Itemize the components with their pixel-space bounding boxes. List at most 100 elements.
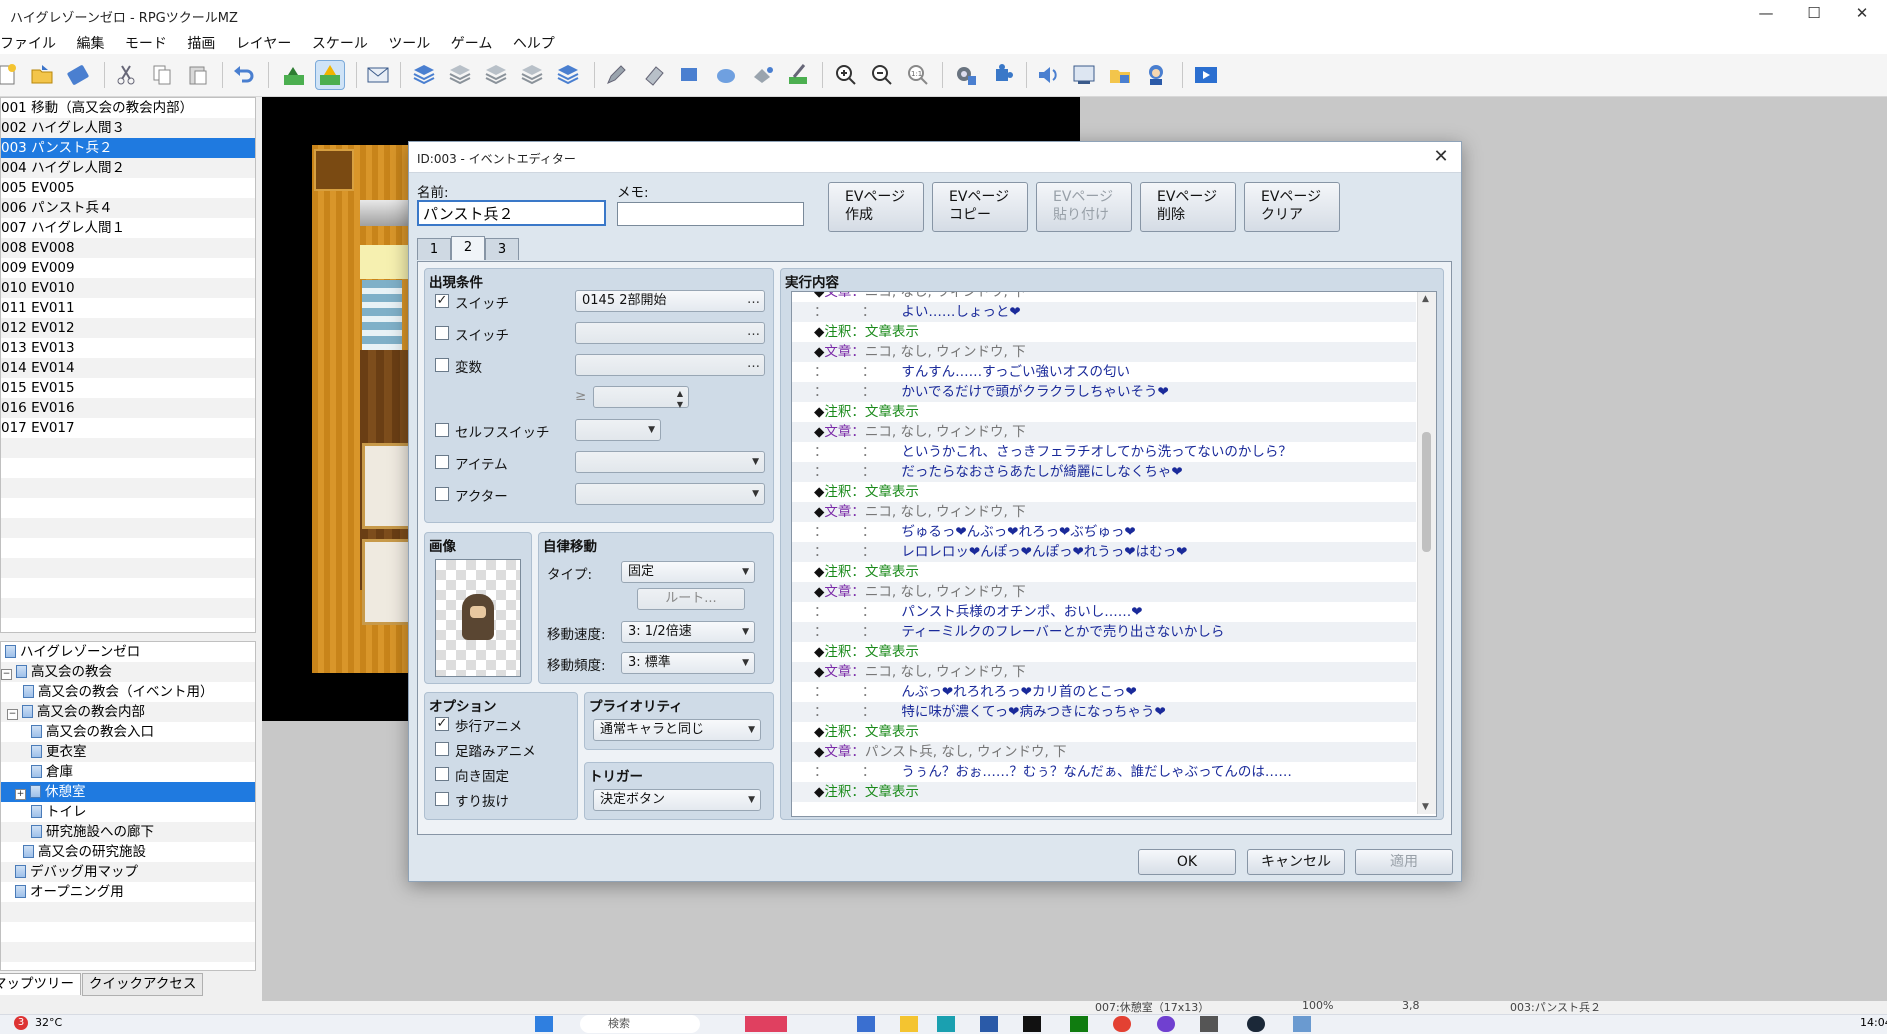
- tab-map-tree[interactable]: マップツリー: [0, 973, 81, 995]
- shadow-pen-icon[interactable]: [784, 61, 812, 89]
- actor-select[interactable]: ▼: [575, 483, 765, 505]
- app-icon[interactable]: [857, 1016, 875, 1032]
- event-list-item[interactable]: 013 EV013: [1, 338, 255, 358]
- xbox-icon[interactable]: [1070, 1016, 1088, 1032]
- menu-game[interactable]: ゲーム: [443, 30, 501, 53]
- map-tree-item[interactable]: トイレ: [1, 802, 255, 822]
- app-icon[interactable]: [745, 1016, 787, 1032]
- event-list-item[interactable]: 004 ハイグレ人間２: [1, 158, 255, 178]
- zoom-actual-icon[interactable]: 1:1: [904, 61, 932, 89]
- map-tiles[interactable]: [312, 145, 412, 673]
- map-tree-item[interactable]: ハイグレゾーンゼロ: [1, 642, 255, 662]
- command-line[interactable]: ： ： 特に味が濃くてっ❤病みつきになっちゃう❤: [792, 702, 1416, 722]
- close-window-button[interactable]: ✕: [1839, 4, 1885, 26]
- item-checkbox[interactable]: [435, 455, 449, 469]
- page-tab-3[interactable]: 3: [485, 238, 519, 260]
- folder-icon[interactable]: [900, 1016, 918, 1032]
- map-tree-item[interactable]: 高又会の教会入口: [1, 722, 255, 742]
- event-list-item[interactable]: 016 EV016: [1, 398, 255, 418]
- variable-value-spinner[interactable]: ▲ ▼: [593, 386, 689, 409]
- command-list-scrollbar[interactable]: ▲ ▼: [1417, 292, 1436, 814]
- command-line[interactable]: ： ： パンスト兵様のオチンポ、おいし……❤: [792, 602, 1416, 622]
- menu-mode[interactable]: モード: [117, 30, 175, 53]
- command-line[interactable]: ◆注釈：文章表示: [792, 642, 1416, 662]
- dialog-close-button[interactable]: ✕: [1429, 145, 1453, 169]
- command-line[interactable]: ◆文章：ニコ, なし, ウィンドウ, 下: [792, 662, 1416, 682]
- switch2-select[interactable]: …: [575, 322, 765, 344]
- route-button[interactable]: ルート...: [637, 588, 745, 610]
- command-line[interactable]: ： ： んぶっ❤れろれろっ❤カリ首のとこっ❤: [792, 682, 1416, 702]
- event-list-item[interactable]: 011 EV011: [1, 298, 255, 318]
- command-list[interactable]: ◆文章：ニコ, なし, ウィンドウ, 下： ：よい……しょっと❤ ◆注釈：文章表示…: [791, 291, 1437, 817]
- name-field[interactable]: [417, 200, 606, 226]
- map-tree-item[interactable]: 倉庫: [1, 762, 255, 782]
- sound-test-icon[interactable]: [1034, 61, 1062, 89]
- layer-4-icon[interactable]: [518, 61, 546, 89]
- event-list-item[interactable]: 005 EV005: [1, 178, 255, 198]
- through-checkbox[interactable]: [435, 792, 449, 806]
- event-mode-icon[interactable]: [315, 60, 345, 90]
- cut-icon[interactable]: [112, 61, 140, 89]
- command-line[interactable]: ◆注釈：文章表示: [792, 322, 1416, 342]
- maximize-button[interactable]: ☐: [1791, 4, 1837, 26]
- collapse-icon[interactable]: −: [7, 709, 18, 720]
- menu-scale[interactable]: スケール: [304, 30, 376, 53]
- minimize-button[interactable]: —: [1743, 4, 1789, 26]
- menu-layer[interactable]: レイヤー: [228, 30, 300, 53]
- switch1-checkbox[interactable]: ✓: [435, 294, 449, 308]
- command-line[interactable]: ◆注釈：文章表示: [792, 482, 1416, 502]
- map-mode-icon[interactable]: [280, 61, 308, 89]
- menu-file[interactable]: ファイル: [0, 30, 64, 53]
- menu-tools[interactable]: ツール: [380, 30, 438, 53]
- direction-fix-checkbox[interactable]: [435, 767, 449, 781]
- map-tree-item-selected[interactable]: + 休憩室: [1, 782, 255, 802]
- map-tree-item[interactable]: − 高又会の教会内部: [1, 702, 255, 722]
- command-line[interactable]: ◆注釈：文章表示: [792, 562, 1416, 582]
- steam-icon[interactable]: [1247, 1016, 1265, 1032]
- app-icon[interactable]: [980, 1016, 998, 1032]
- stepping-anim-checkbox[interactable]: [435, 742, 449, 756]
- chrome-icon[interactable]: [1113, 1016, 1131, 1032]
- layer-auto-icon[interactable]: [554, 61, 582, 89]
- map-tree-item[interactable]: 高又会の教会（イベント用）: [1, 682, 255, 702]
- new-project-icon[interactable]: [0, 61, 22, 89]
- event-searcher-icon[interactable]: [1070, 61, 1098, 89]
- map-tree-item[interactable]: − 高又会の教会: [1, 662, 255, 682]
- actor-checkbox[interactable]: [435, 487, 449, 501]
- event-list-item[interactable]: 015 EV015: [1, 378, 255, 398]
- command-line[interactable]: ： ： レロレロッ❤んぽっ❤んぽっ❤れうっ❤はむっ❤: [792, 542, 1416, 562]
- ev-page-delete-button[interactable]: EVページ 削除: [1140, 182, 1236, 232]
- event-list-item[interactable]: 002 ハイグレ人間３: [1, 118, 255, 138]
- rpgmaker-taskbar-icon[interactable]: [1293, 1016, 1311, 1032]
- ev-page-paste-button[interactable]: EVページ 貼り付け: [1036, 182, 1132, 232]
- map-tree-item[interactable]: デバッグ用マップ: [1, 862, 255, 882]
- character-image-picker[interactable]: [435, 559, 521, 677]
- layer-3-icon[interactable]: [482, 61, 510, 89]
- collapse-icon[interactable]: −: [1, 669, 12, 680]
- command-line[interactable]: ◆文章：ニコ, なし, ウィンドウ, 下: [792, 342, 1416, 362]
- eraser-icon[interactable]: [640, 61, 668, 89]
- ev-page-new-button[interactable]: EVページ 作成: [828, 182, 924, 232]
- move-speed-select[interactable]: 3: 1/2倍速 ▼: [621, 621, 755, 643]
- self-switch-checkbox[interactable]: [435, 423, 449, 437]
- switch1-select[interactable]: 0145 2部開始…: [575, 290, 765, 312]
- variable-checkbox[interactable]: [435, 358, 449, 372]
- command-line[interactable]: ： ： ぢゅるっ❤んぶっ❤れろっ❤ぶぢゅっ❤: [792, 522, 1416, 542]
- start-icon[interactable]: [535, 1016, 553, 1032]
- rectangle-icon[interactable]: [676, 61, 704, 89]
- command-line[interactable]: ： ： ティーミルクのフレーバーとかで売り出さないかしら: [792, 622, 1416, 642]
- layer-1-icon[interactable]: [410, 61, 438, 89]
- map-tree-item[interactable]: 高又会の研究施設: [1, 842, 255, 862]
- weather-widget[interactable]: 32°C: [35, 1016, 62, 1029]
- character-generator-icon[interactable]: [1142, 61, 1170, 89]
- event-list-item[interactable]: 007 ハイグレ人間１: [1, 218, 255, 238]
- self-switch-select[interactable]: ▼: [575, 419, 661, 441]
- region-mode-icon[interactable]: [364, 61, 392, 89]
- command-line[interactable]: ： ： うぅん？おぉ……？むぅ？なんだぁ、誰だしゃぶってんのは……: [792, 762, 1416, 782]
- ev-page-copy-button[interactable]: EVページ コピー: [932, 182, 1028, 232]
- event-list-item[interactable]: 017 EV017: [1, 418, 255, 438]
- event-list-item[interactable]: 001 移動（高又会の教会内部）: [1, 98, 255, 118]
- command-line[interactable]: ： ： すんすん……すっごい強いオスの匂い: [792, 362, 1416, 382]
- expand-icon[interactable]: +: [15, 789, 26, 800]
- priority-select[interactable]: 通常キャラと同じ ▼: [593, 719, 761, 741]
